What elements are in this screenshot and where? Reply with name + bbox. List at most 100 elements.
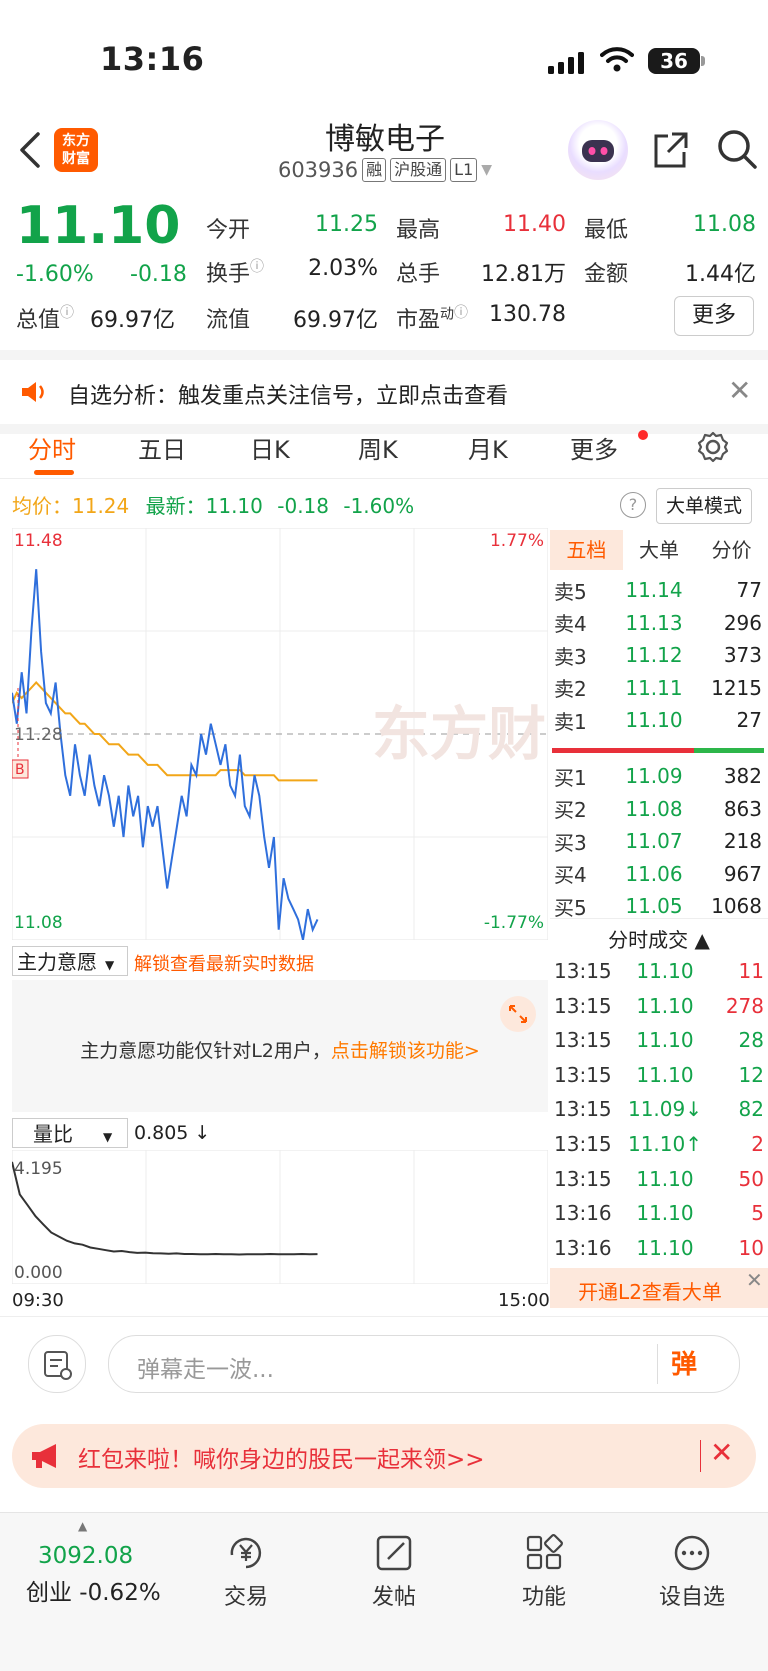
y-bottom-label: 11.08 bbox=[14, 913, 63, 933]
pe-label[interactable]: 市盈动ⓘ bbox=[396, 302, 468, 334]
tab-daily-k[interactable]: 日K bbox=[250, 430, 290, 465]
trade-volume: 50 bbox=[738, 1166, 764, 1191]
nav-post[interactable]: 发帖 bbox=[344, 1533, 444, 1611]
ask-price: 11.12 bbox=[625, 643, 683, 667]
unlock-link[interactable]: 解锁查看最新实时数据 bbox=[134, 950, 314, 976]
expand-icon[interactable] bbox=[500, 996, 536, 1032]
red-packet-banner[interactable]: 红包来啦！喊你身边的股民一起来领>> ✕ bbox=[12, 1424, 756, 1488]
tab-monthly-k[interactable]: 月K bbox=[468, 430, 508, 465]
bid-level: 买4 bbox=[554, 863, 587, 887]
settings-gear-icon[interactable] bbox=[696, 430, 730, 464]
bid-volume: 863 bbox=[723, 796, 762, 821]
chevron-up-icon: ▲ bbox=[78, 1519, 88, 1533]
tag-connect: 沪股通 bbox=[390, 158, 447, 182]
ask-level: 卖4 bbox=[554, 612, 587, 636]
nav-functions[interactable]: 功能 bbox=[494, 1533, 594, 1611]
ask-row[interactable]: 卖5 11.14 77 bbox=[554, 574, 762, 606]
red-packet-text: 红包来啦！喊你身边的股民一起来领>> bbox=[78, 1447, 485, 1473]
note-icon[interactable] bbox=[28, 1335, 86, 1393]
assistant-avatar[interactable] bbox=[568, 120, 628, 180]
ask-volume: 296 bbox=[723, 610, 762, 635]
search-icon[interactable] bbox=[716, 128, 758, 170]
edit-icon bbox=[376, 1535, 412, 1571]
volume-ratio-select[interactable]: 量比 ▼ bbox=[12, 1118, 128, 1148]
bid-row[interactable]: 买1 11.09 382 bbox=[554, 760, 762, 792]
bid-price: 11.09 bbox=[625, 764, 683, 788]
info-icon: ⓘ bbox=[250, 259, 265, 275]
trade-price: 11.10 bbox=[636, 1028, 694, 1053]
close-icon[interactable]: ✕ bbox=[746, 1268, 763, 1292]
tab-intraday[interactable]: 分时 bbox=[28, 430, 76, 465]
tab-weekly-k[interactable]: 周K bbox=[358, 430, 398, 465]
ask-price: 11.13 bbox=[625, 610, 683, 635]
ask-price: 11.14 bbox=[625, 578, 683, 602]
ask-row[interactable]: 卖3 11.12 373 bbox=[554, 639, 762, 671]
trade-price: 11.10 bbox=[636, 1235, 694, 1260]
trades-title[interactable]: 分时成交 ▲ bbox=[550, 924, 768, 953]
danmu-input[interactable]: 弹幕走一波... 弹 bbox=[108, 1335, 740, 1393]
index-name[interactable]: 创业 -0.62% bbox=[26, 1573, 161, 1607]
stock-name: 博敏电子 bbox=[325, 122, 445, 157]
tab-price-volume[interactable]: 分价 bbox=[695, 530, 768, 570]
trade-time: 13:15 bbox=[554, 1166, 612, 1191]
turnover-label[interactable]: 换手ⓘ bbox=[206, 256, 264, 288]
bid-row[interactable]: 买3 11.07 218 bbox=[554, 825, 762, 857]
info-icon: ⓘ bbox=[60, 305, 75, 321]
stock-code-row[interactable]: 603936 融 沪股通 L1 ▼ bbox=[260, 158, 510, 182]
trade-row: 13:15 11.10 28 bbox=[554, 1023, 764, 1057]
nav-add-watchlist[interactable]: 设自选 bbox=[642, 1533, 742, 1611]
status-time: 13:16 bbox=[100, 40, 205, 78]
tab-more[interactable]: 更多 bbox=[570, 430, 618, 465]
intraday-chart[interactable]: 东方财富 11.48 11.28 11.08 1.77% -1.77% B bbox=[12, 528, 548, 940]
close-icon[interactable]: ✕ bbox=[710, 1436, 733, 1469]
ask-row[interactable]: 卖2 11.11 1215 bbox=[554, 672, 762, 704]
ask-row[interactable]: 卖4 11.13 296 bbox=[554, 607, 762, 639]
nav-trade[interactable]: 交易 bbox=[196, 1533, 296, 1611]
turnover-value: 2.03% bbox=[308, 256, 378, 281]
notification-dot bbox=[638, 430, 648, 440]
l2-upgrade-banner[interactable]: 开通L2查看大单 ✕ bbox=[550, 1268, 768, 1308]
robot-icon bbox=[582, 140, 614, 162]
speaker-icon bbox=[22, 382, 44, 402]
tab-5day[interactable]: 五日 bbox=[138, 430, 186, 465]
main-force-select[interactable]: 主力意愿 ▼ bbox=[12, 946, 128, 976]
bid-level: 买5 bbox=[554, 895, 587, 920]
back-icon[interactable] bbox=[16, 128, 44, 172]
bid-row[interactable]: 买4 11.06 967 bbox=[554, 858, 762, 890]
danmu-send-button[interactable]: 弹 bbox=[671, 1344, 697, 1381]
ask-row[interactable]: 卖1 11.10 27 bbox=[554, 704, 762, 736]
trade-row: 13:15 11.10 12 bbox=[554, 1058, 764, 1092]
unlock-feature-link[interactable]: 点击解锁该功能> bbox=[331, 1040, 480, 1062]
bid-volume: 382 bbox=[723, 764, 762, 788]
analysis-notice[interactable]: 自选分析：触发重点关注信号，立即点击查看 ✕ bbox=[0, 350, 768, 434]
share-icon[interactable] bbox=[650, 130, 690, 170]
trade-price: 11.10 bbox=[636, 1201, 694, 1226]
bid-level: 买1 bbox=[554, 765, 587, 790]
more-button[interactable]: 更多 bbox=[674, 296, 754, 336]
index-value[interactable]: 3092.08 bbox=[38, 1543, 133, 1569]
trade-time: 13:15 bbox=[554, 959, 612, 983]
time-end-label: 15:00 bbox=[498, 1290, 550, 1311]
bid-row[interactable]: 买2 11.08 863 bbox=[554, 793, 762, 825]
close-icon[interactable]: ✕ bbox=[728, 374, 751, 407]
tab-five-levels[interactable]: 五档 bbox=[550, 530, 623, 570]
trade-volume: 10 bbox=[738, 1235, 764, 1260]
vr-bottom-label: 0.000 bbox=[14, 1263, 63, 1283]
help-icon[interactable]: ? bbox=[620, 492, 646, 518]
avg-price-row: 均价：11.24 最新：11.10 -0.18 -1.60% bbox=[12, 494, 415, 518]
y-top-label: 11.48 bbox=[14, 531, 63, 551]
trade-row: 13:15 11.10 11 bbox=[554, 954, 764, 988]
info-icon: ⓘ bbox=[454, 305, 469, 321]
wifi-icon bbox=[600, 47, 634, 72]
cellular-signal-icon bbox=[548, 52, 584, 74]
ask-volume: 1215 bbox=[711, 675, 762, 700]
tab-big-orders[interactable]: 大单 bbox=[623, 530, 696, 570]
bottom-nav: ▲ 3092.08 创业 -0.62% 交易 发帖 功能 设自选 bbox=[0, 1512, 768, 1671]
big-order-mode-button[interactable]: 大单模式 bbox=[656, 488, 752, 524]
trade-price: 11.10 bbox=[636, 1062, 694, 1087]
volume-value: 12.81万 bbox=[481, 262, 566, 287]
grid-icon bbox=[526, 1534, 563, 1570]
float-value: 69.97亿 bbox=[293, 308, 378, 333]
mktcap-label[interactable]: 总值ⓘ bbox=[16, 302, 74, 334]
more-dots-icon bbox=[674, 1535, 710, 1571]
